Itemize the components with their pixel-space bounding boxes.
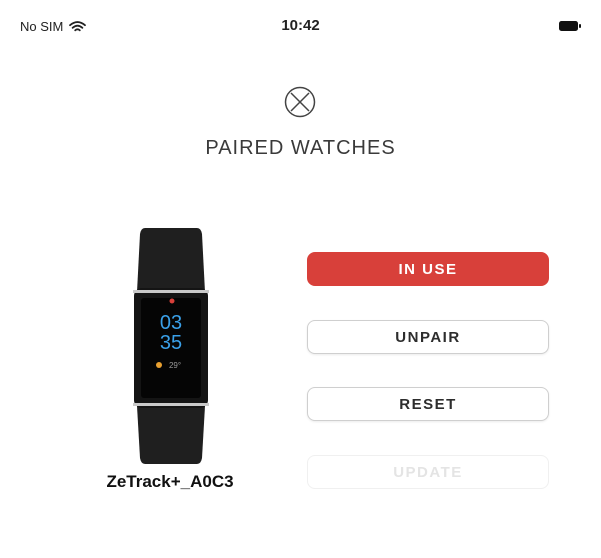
page-title: PAIRED WATCHES: [205, 137, 396, 159]
battery-icon: [559, 21, 581, 31]
in-use-button[interactable]: IN USE: [307, 252, 549, 286]
watch-hour: 03: [160, 312, 182, 334]
watch-temp: 29°: [169, 361, 181, 370]
reset-button[interactable]: RESET: [307, 387, 549, 421]
status-time: 10:42: [281, 17, 320, 34]
watch-image: 03 35 29°: [133, 228, 209, 464]
status-bar: No SIM 10:42: [0, 0, 601, 50]
close-icon[interactable]: [283, 85, 317, 119]
update-button[interactable]: UPDATE: [307, 455, 549, 489]
device-name: ZeTrack+_A0C3: [106, 472, 234, 491]
unpair-button[interactable]: UNPAIR: [307, 320, 549, 354]
watch-minute: 35: [160, 332, 182, 354]
